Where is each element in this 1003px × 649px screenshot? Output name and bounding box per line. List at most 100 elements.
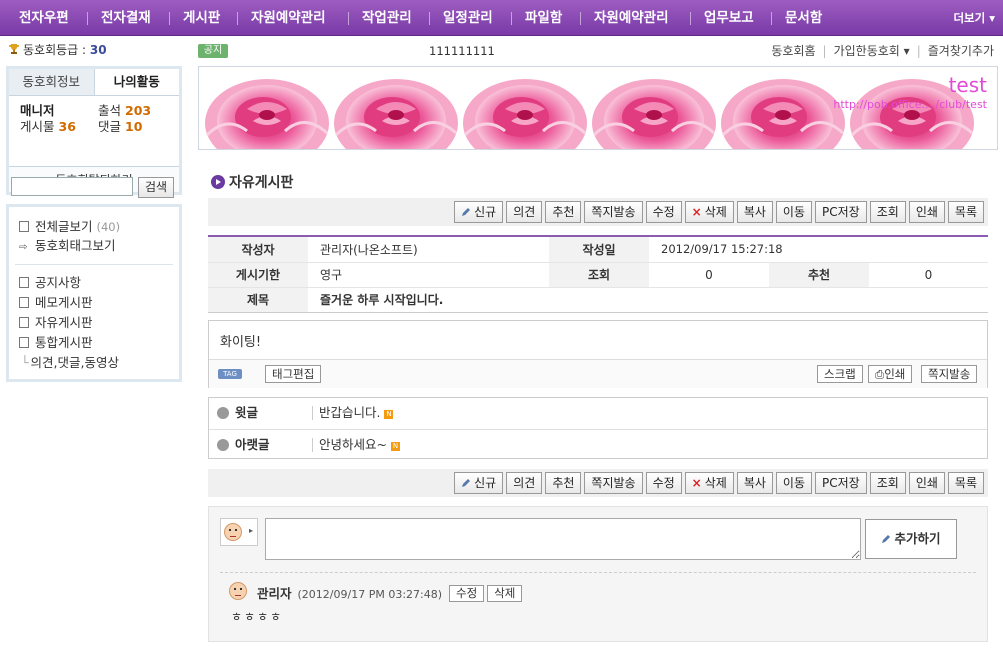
post-navigation: 윗글 반갑습니다. N 아랫글 안녕하세요~ N xyxy=(208,397,988,459)
views-button[interactable]: 조회 xyxy=(869,472,906,494)
row-divider xyxy=(312,406,313,420)
new-post-button[interactable]: 신규 xyxy=(454,472,504,494)
menu-all-posts[interactable]: 전체글보기 (40) xyxy=(19,219,120,235)
nav-item-work-report[interactable]: 업무보고 xyxy=(704,0,754,36)
post-info-table: 작성자 관리자(나온소프트) 작성일 2012/09/17 15:27:18 게… xyxy=(208,235,988,313)
nav-item-board[interactable]: 게시판 xyxy=(183,0,220,36)
copy-button[interactable]: 복사 xyxy=(736,472,773,494)
posts-value: 36 xyxy=(58,119,76,134)
print-button[interactable]: 인쇄 xyxy=(908,201,945,223)
tag-arrow-icon: ⇨ xyxy=(19,242,28,253)
list-button[interactable]: 목록 xyxy=(947,472,984,494)
views-button[interactable]: 조회 xyxy=(869,201,906,223)
next-post-row[interactable]: 아랫글 안녕하세요~ N xyxy=(209,429,987,459)
pc-save-button[interactable]: PC저장 xyxy=(815,472,867,494)
chevron-down-icon: ▾ xyxy=(989,11,995,25)
scrap-button[interactable]: 스크랩 xyxy=(817,365,863,383)
post-toolbar-top: 신규 의견 추천 쪽지발송 수정 × 삭제 복사 이동 PC저장 조회 인쇄 목록 xyxy=(208,198,988,226)
new-post-button[interactable]: 신규 xyxy=(454,201,504,223)
recommend-button[interactable]: 추천 xyxy=(545,201,582,223)
nav-item-files[interactable]: 파일함 xyxy=(525,0,562,36)
nav-separator xyxy=(348,12,349,25)
chevron-down-icon: ▾ xyxy=(903,44,910,58)
edit-button[interactable]: 수정 xyxy=(645,201,682,223)
link-joined-clubs[interactable]: 가입한동호회 ▾ xyxy=(834,44,910,58)
menu-board-integrated[interactable]: 통합게시판 xyxy=(19,335,93,351)
recommend-label: 추천 xyxy=(769,262,869,288)
nav-item-schedule[interactable]: 일정관리 xyxy=(443,0,493,36)
nav-item-approval[interactable]: 전자결재 xyxy=(101,0,151,36)
opinion-button[interactable]: 의견 xyxy=(506,472,543,494)
menu-board-memo[interactable]: 메모게시판 xyxy=(19,295,93,311)
comment-delete-button[interactable]: 삭제 xyxy=(487,585,523,602)
views-value: 0 xyxy=(649,262,769,288)
user-avatar-icon xyxy=(229,582,247,600)
menu-board-free[interactable]: 자유게시판 xyxy=(19,315,93,331)
nav-item-tasks[interactable]: 작업관리 xyxy=(362,0,412,36)
nav-item-resource-booking[interactable]: 자원예약관리 xyxy=(251,0,326,36)
prev-label: 윗글 xyxy=(235,405,259,420)
menu-board-notice[interactable]: 공지사항 xyxy=(19,275,81,291)
nav-item-resource-booking-2[interactable]: 자원예약관리 xyxy=(594,0,669,36)
add-comment-button[interactable]: 추가하기 xyxy=(865,519,957,559)
list-button[interactable]: 목록 xyxy=(947,201,984,223)
new-badge: N xyxy=(390,442,400,451)
board-title: 자유게시판 xyxy=(211,174,293,192)
nav-more-label: 더보기 xyxy=(953,11,986,25)
nav-more-button[interactable]: 더보기 ▾ xyxy=(953,8,995,28)
opinion-button[interactable]: 의견 xyxy=(506,201,543,223)
search-input[interactable] xyxy=(11,177,133,196)
send-note-button-small[interactable]: 쪽지발송 xyxy=(921,365,978,383)
club-info-box: 동호회정보 나의활동 매니저 출석 203 게시물 36 댓글 10 동호회탈퇴… xyxy=(6,66,182,195)
nav-separator xyxy=(429,12,430,25)
tab-my-activity[interactable]: 나의활동 xyxy=(95,69,180,95)
nav-item-documents[interactable]: 문서함 xyxy=(785,0,822,36)
new-post-label: 신규 xyxy=(474,476,497,490)
print-button[interactable]: 인쇄 xyxy=(908,472,945,494)
delete-label: 삭제 xyxy=(704,476,727,490)
search-button[interactable]: 검색 xyxy=(138,177,174,198)
menu-sub-item[interactable]: └ 의견,댓글,동영상 xyxy=(21,355,119,371)
comment-author: 관리자 xyxy=(257,586,292,601)
nav-separator xyxy=(690,12,691,25)
views-label: 조회 xyxy=(549,262,649,288)
move-button[interactable]: 이동 xyxy=(775,201,813,223)
board-menu: 전체글보기 (40) ⇨ 동호회태그보기 공지사항 메모게시판 자유게시판 통합게… xyxy=(6,204,182,382)
comment-edit-button[interactable]: 수정 xyxy=(449,585,485,602)
document-icon xyxy=(19,297,29,308)
club-grade-value: 30 xyxy=(89,43,107,57)
tag-edit-button[interactable]: 태그편집 xyxy=(265,365,322,383)
subject-label: 제목 xyxy=(208,287,308,312)
banner-url[interactable]: http://pob.office..../club/test xyxy=(833,98,987,111)
nav-separator xyxy=(771,12,772,25)
prev-post-row[interactable]: 윗글 반갑습니다. N xyxy=(209,398,987,428)
play-circle-icon xyxy=(211,175,225,189)
link-add-favorite[interactable]: 즐겨찾기추가 xyxy=(928,44,994,58)
recommend-button[interactable]: 추천 xyxy=(545,472,582,494)
nav-item-email[interactable]: 전자우편 xyxy=(19,0,69,36)
comment-input[interactable] xyxy=(265,518,861,560)
menu-tag-view[interactable]: ⇨ 동호회태그보기 xyxy=(19,238,116,254)
send-note-button[interactable]: 쪽지발송 xyxy=(584,201,643,223)
caret-right-icon: ▸ xyxy=(249,526,254,535)
move-button[interactable]: 이동 xyxy=(775,472,813,494)
printer-icon: ⎙ xyxy=(875,367,885,381)
copy-button[interactable]: 복사 xyxy=(736,201,773,223)
edit-button[interactable]: 수정 xyxy=(645,472,682,494)
prev-post-link[interactable]: 반갑습니다. N xyxy=(319,398,394,428)
print-button-small[interactable]: ⎙인쇄 xyxy=(868,365,913,383)
new-badge: N xyxy=(384,410,394,419)
comment-date: (2012/09/17 PM 03:27:48) xyxy=(297,588,443,601)
delete-button[interactable]: × 삭제 xyxy=(684,472,734,494)
delete-button[interactable]: × 삭제 xyxy=(684,201,734,223)
notice-text[interactable]: 111111111 xyxy=(429,42,495,60)
next-post-link[interactable]: 안녕하세요~ N xyxy=(319,430,400,460)
document-icon xyxy=(19,337,29,348)
attendance-label: 출석 xyxy=(98,103,122,118)
link-club-home[interactable]: 동호회홈 xyxy=(771,44,815,58)
send-note-button[interactable]: 쪽지발송 xyxy=(584,472,643,494)
nav-separator xyxy=(169,12,170,25)
emoticon-picker[interactable]: ▸ xyxy=(220,518,258,546)
tab-club-info[interactable]: 동호회정보 xyxy=(9,69,95,95)
pc-save-button[interactable]: PC저장 xyxy=(815,201,867,223)
